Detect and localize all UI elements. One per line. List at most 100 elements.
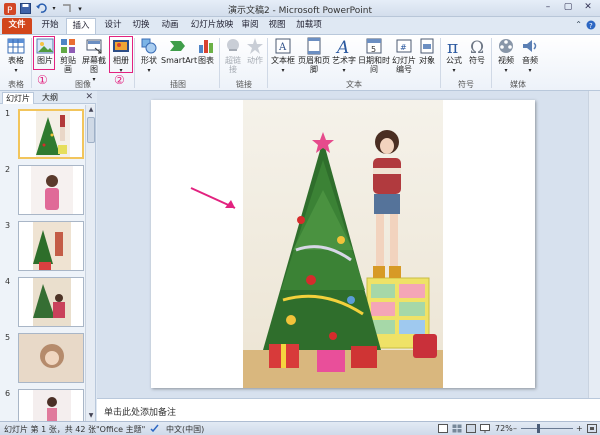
status-bar: 幻灯片 第 1 张，共 42 张 "Office 主题" 中文(中国) 72% … [0,421,600,435]
winter-portrait-thumbnail-icon [19,334,83,382]
tab-animations[interactable]: 动画 [155,18,185,34]
slide-sorter-icon[interactable] [452,424,462,435]
slide-thumbnail[interactable]: 5 [4,333,84,387]
scroll-up-icon[interactable]: ▲ [86,105,96,115]
group-label-tables: 表格 [8,80,24,89]
zoom-in-icon[interactable]: + [576,424,583,433]
smartart-label: SmartArt [161,56,198,65]
tab-file[interactable]: 文件 [2,18,32,34]
zoom-slider-thumb[interactable] [537,424,541,433]
action-label: 动作 [247,56,263,65]
tab-transitions[interactable]: 切换 [127,18,155,34]
window-title: 演示文稿2 - Microsoft PowerPoint [227,6,373,16]
tab-review[interactable]: 审阅 [236,18,264,34]
chart-button[interactable]: 图表 [196,37,216,65]
slides-pane-scrollbar[interactable]: ▲ ▼ [85,105,95,421]
table-dropdown-icon: ▾ [14,67,18,74]
scroll-down-icon[interactable]: ▼ [86,411,96,421]
hyperlink-button[interactable]: 超链接 [222,37,244,74]
tree-gifts-thumbnail-icon [33,222,71,270]
zoom-level[interactable]: 72% [495,424,513,433]
scrollbar-thumb[interactable] [87,117,95,143]
close-button[interactable]: ✕ [579,1,597,14]
audio-button[interactable]: 音频 ▾ [519,37,541,75]
smartart-button[interactable]: SmartArt [161,37,198,65]
normal-view-icon[interactable] [438,424,448,435]
object-button[interactable]: 对象 [417,37,437,65]
svg-text:#: # [400,43,407,52]
slide-number-button[interactable]: # 幻灯片 编号 [392,37,416,74]
video-button[interactable]: 视频 ▾ [494,37,518,75]
help-icon[interactable]: ? [586,20,596,33]
minimize-ribbon-icon[interactable]: ⌃ [575,20,582,33]
highlight-picture-button [33,36,55,70]
portrait-pink-thumbnail-icon [31,166,73,214]
highlight-album-button [109,36,133,73]
tab-design[interactable]: 设计 [99,18,127,34]
action-button[interactable]: 动作 [245,37,265,65]
christmas-tree-photo[interactable] [151,100,535,388]
equation-button[interactable]: π 公式 ▾ [443,37,465,75]
symbol-button[interactable]: Ω 符号 [466,37,488,65]
current-slide[interactable] [151,100,535,388]
audio-label: 音频 [522,56,538,65]
close-pane-icon[interactable]: ✕ [85,92,93,102]
table-label: 表格 [8,56,24,65]
minimize-button[interactable]: – [539,1,557,14]
equation-label: 公式 [446,56,462,65]
tab-slideshow[interactable]: 幻灯片放映 [187,18,237,34]
slide-thumbnail[interactable]: 4 [4,277,84,331]
tab-home[interactable]: 开始 [36,18,64,34]
action-star-icon [247,38,263,54]
object-icon [420,38,434,54]
slide-number: 3 [5,221,11,230]
slideshow-view-icon[interactable] [480,424,490,435]
language-indicator[interactable]: 中文(中国) [166,424,204,435]
screenshot-button[interactable]: 屏幕截图 ▾ [80,37,108,84]
window-controls: – ▢ ✕ [539,1,597,14]
reading-view-icon[interactable] [466,424,476,435]
fit-to-window-icon[interactable] [587,424,597,435]
slide-thumbnail[interactable]: 1 [4,109,84,163]
slide-thumbnail[interactable]: 2 [4,165,84,219]
clipart-icon [61,39,75,53]
tab-slides[interactable]: 幻灯片 [2,92,34,104]
tab-addins[interactable]: 加载项 [292,18,326,34]
smartart-icon [170,41,185,51]
shapes-dropdown-icon: ▾ [147,67,151,74]
tab-insert[interactable]: 插入 [66,18,96,34]
group-label-symbols: 符号 [458,80,474,89]
chart-label: 图表 [198,56,214,65]
equation-dropdown-icon: ▾ [452,67,456,74]
slide-thumbnail[interactable]: 6 [4,389,84,421]
tab-view[interactable]: 视图 [263,18,291,34]
zoom-slider-track[interactable] [521,428,573,429]
notes-pane[interactable]: 单击此处添加备注 [97,398,600,421]
slide-number: 6 [5,389,11,398]
wordart-button[interactable]: A 艺术字 ▾ [332,37,356,75]
video-label: 视频 [498,56,514,65]
group-separator [440,38,441,88]
slide-number-label-2: 编号 [396,65,412,74]
spellcheck-icon[interactable] [150,424,159,435]
wordart-dropdown-icon: ▾ [342,67,346,74]
speaker-icon [523,40,537,52]
ribbon-tabs: 文件 开始 插入 设计 切换 动画 幻灯片放映 审阅 视图 加载项 ⌃ ? [0,17,600,34]
wordart-icon: A [335,38,349,55]
slide-editing-area [97,91,600,398]
restore-button[interactable]: ▢ [559,1,577,14]
group-separator [491,38,492,88]
table-button[interactable]: 表格 ▾ [4,37,28,75]
group-separator [31,38,32,88]
textbox-dropdown-icon: ▾ [281,67,285,74]
textbox-button[interactable]: A 文本框 ▾ [270,37,296,75]
clipart-button[interactable]: 剪贴画 [57,37,79,74]
slides-pane-tabs: 幻灯片 大纲 ✕ [0,91,96,104]
zoom-out-icon[interactable]: – [513,424,517,433]
shapes-button[interactable]: 形状 ▾ [138,37,160,75]
header-footer-button[interactable]: 页眉和页脚 [297,37,331,74]
slide-area-scrollbar[interactable] [588,91,600,398]
tab-outline[interactable]: 大纲 [36,92,64,104]
datetime-button[interactable]: 5 日期和时间 [357,37,391,74]
slide-thumbnail[interactable]: 3 [4,221,84,275]
